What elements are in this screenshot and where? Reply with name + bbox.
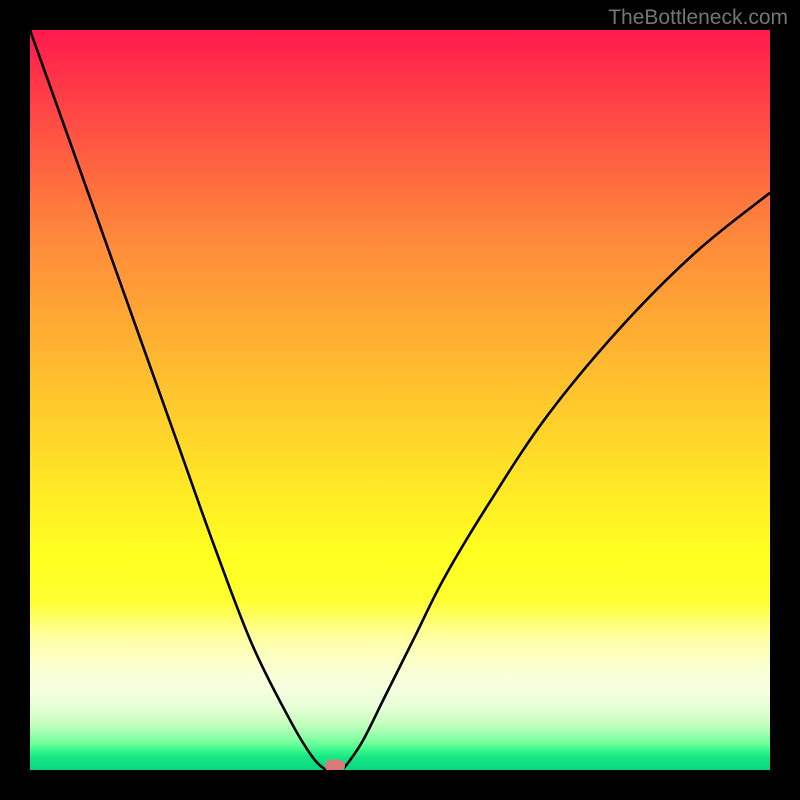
plot-area [30,30,770,770]
curve-svg [30,30,770,770]
optimal-point-marker [325,760,345,770]
bottleneck-curve [30,30,770,770]
watermark-text: TheBottleneck.com [608,6,788,30]
